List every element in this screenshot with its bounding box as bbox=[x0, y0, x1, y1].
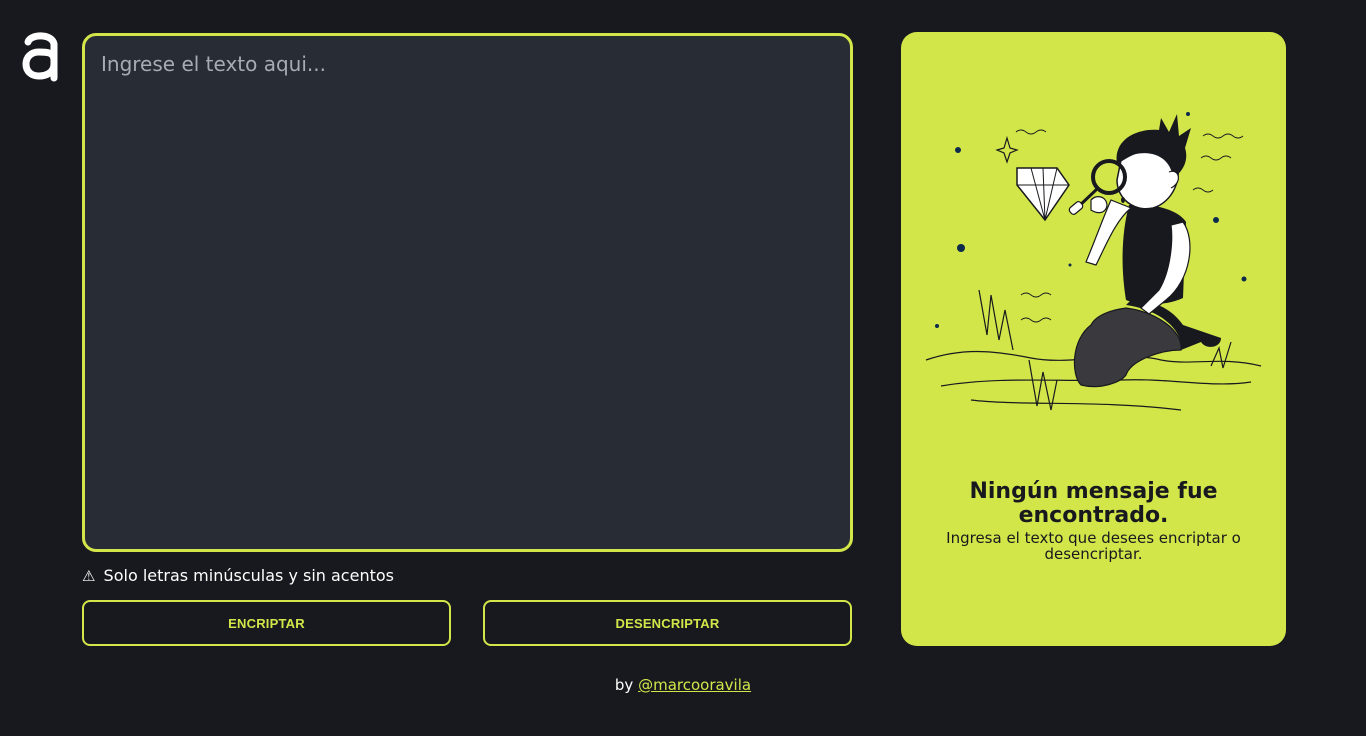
output-panel: Ningún mensaje fue encontrado. Ingresa e… bbox=[901, 32, 1286, 646]
author-link[interactable]: @marcooravila bbox=[638, 676, 751, 694]
input-hint: ⚠ Solo letras minúsculas y sin acentos bbox=[82, 566, 394, 586]
page: ⚠ Solo letras minúsculas y sin acentos E… bbox=[0, 0, 1366, 736]
person-with-magnifying-glass-illustration bbox=[925, 112, 1262, 411]
logo-a-icon bbox=[22, 32, 58, 82]
warning-icon: ⚠ bbox=[82, 567, 96, 585]
panel-title: Ningún mensaje fue encontrado. bbox=[969, 479, 1218, 528]
encrypt-button[interactable]: ENCRIPTAR bbox=[82, 600, 451, 646]
panel-subtitle: Ingresa el texto que desees encriptar o … bbox=[946, 529, 1241, 563]
text-input[interactable] bbox=[85, 36, 850, 549]
footer-prefix: by bbox=[614, 676, 634, 694]
text-input-container bbox=[82, 33, 853, 552]
hint-text: Solo letras minúsculas y sin acentos bbox=[103, 566, 394, 585]
footer: by @marcooravila bbox=[0, 676, 1366, 694]
decrypt-button[interactable]: DESENCRIPTAR bbox=[483, 600, 852, 646]
